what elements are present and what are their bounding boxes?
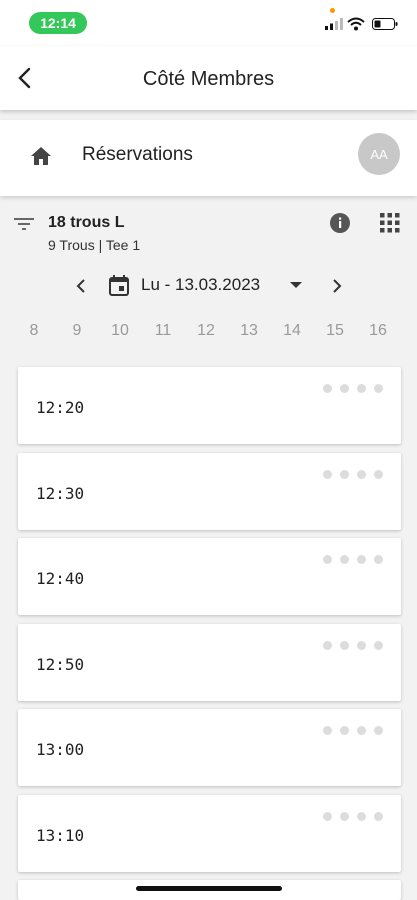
slot-time: 12:40 xyxy=(36,569,85,588)
tee-time-slot[interactable]: 13:10 xyxy=(18,795,401,872)
free-spot-icon xyxy=(374,641,383,650)
home-icon[interactable] xyxy=(30,146,52,166)
chevron-right-icon xyxy=(333,279,342,293)
next-day-button[interactable] xyxy=(326,275,348,297)
slot-time: 13:10 xyxy=(36,826,85,845)
free-spot-icon xyxy=(357,384,366,393)
calendar-icon[interactable] xyxy=(109,275,129,296)
free-spot-icon xyxy=(357,726,366,735)
free-spot-icon xyxy=(374,812,383,821)
free-spot-icon xyxy=(340,470,349,479)
hour-label[interactable]: 9 xyxy=(57,322,97,340)
wifi-icon xyxy=(347,17,365,31)
slot-time: 12:20 xyxy=(36,398,85,417)
free-spot-icon xyxy=(340,555,349,564)
page-title: Côté Membres xyxy=(142,68,275,90)
slot-time: 12:30 xyxy=(36,484,85,503)
status-time: 12:14 xyxy=(29,12,87,34)
hour-scale: 8 9 10 11 12 13 14 15 16 xyxy=(14,322,414,342)
hour-label[interactable]: 14 xyxy=(272,322,312,340)
grid-view-icon[interactable] xyxy=(380,213,400,233)
chevron-left-icon xyxy=(76,279,85,293)
free-spot-icon xyxy=(357,641,366,650)
free-spot-icon xyxy=(340,812,349,821)
free-spot-icon xyxy=(340,726,349,735)
status-bar: 12:14 xyxy=(0,0,417,46)
filter-icon[interactable] xyxy=(14,216,34,232)
free-spot-icon xyxy=(323,470,332,479)
free-spot-icon xyxy=(323,555,332,564)
course-name: 18 trous L xyxy=(48,214,125,231)
tee-time-slot[interactable]: 13:00 xyxy=(18,709,401,786)
free-spot-icon xyxy=(323,726,332,735)
hour-label[interactable]: 8 xyxy=(14,322,54,340)
section-title: Réservations xyxy=(82,144,193,165)
home-indicator[interactable] xyxy=(136,886,282,891)
avatar[interactable]: AA xyxy=(358,133,400,175)
section-header: Réservations AA xyxy=(0,120,417,196)
free-spot-icon xyxy=(323,384,332,393)
player-spots xyxy=(323,555,383,564)
tee-time-slot[interactable]: 12:20 xyxy=(18,367,401,444)
player-spots xyxy=(323,726,383,735)
previous-day-button[interactable] xyxy=(70,275,92,297)
player-spots xyxy=(323,384,383,393)
slot-time: 12:50 xyxy=(36,655,85,674)
free-spot-icon xyxy=(340,384,349,393)
player-spots xyxy=(323,470,383,479)
hour-label[interactable]: 10 xyxy=(100,322,140,340)
info-icon[interactable] xyxy=(329,212,351,234)
free-spot-icon xyxy=(374,555,383,564)
hour-label[interactable]: 12 xyxy=(186,322,226,340)
hour-label[interactable]: 11 xyxy=(143,322,183,340)
free-spot-icon xyxy=(374,384,383,393)
free-spot-icon xyxy=(340,641,349,650)
hour-label[interactable]: 15 xyxy=(315,322,355,340)
free-spot-icon xyxy=(374,726,383,735)
player-spots xyxy=(323,812,383,821)
hour-label[interactable]: 16 xyxy=(358,322,398,340)
tee-time-slot[interactable]: 12:30 xyxy=(18,453,401,530)
tee-time-slot[interactable]: 12:50 xyxy=(18,624,401,701)
recording-indicator-icon xyxy=(330,8,335,13)
date-selector[interactable]: Lu - 13.03.2023 xyxy=(141,275,260,295)
tee-time-slot[interactable]: 12:40 xyxy=(18,538,401,615)
free-spot-icon xyxy=(357,470,366,479)
dropdown-arrow-icon[interactable] xyxy=(289,281,303,289)
hour-label[interactable]: 13 xyxy=(229,322,269,340)
free-spot-icon xyxy=(323,812,332,821)
cellular-signal-icon xyxy=(325,18,343,30)
free-spot-icon xyxy=(323,641,332,650)
battery-icon xyxy=(372,18,398,30)
slot-time: 13:00 xyxy=(36,740,85,759)
free-spot-icon xyxy=(357,555,366,564)
app-bar: Côté Membres xyxy=(0,46,417,110)
player-spots xyxy=(323,641,383,650)
free-spot-icon xyxy=(374,470,383,479)
free-spot-icon xyxy=(357,812,366,821)
course-details: 9 Trous | Tee 1 xyxy=(48,237,141,253)
